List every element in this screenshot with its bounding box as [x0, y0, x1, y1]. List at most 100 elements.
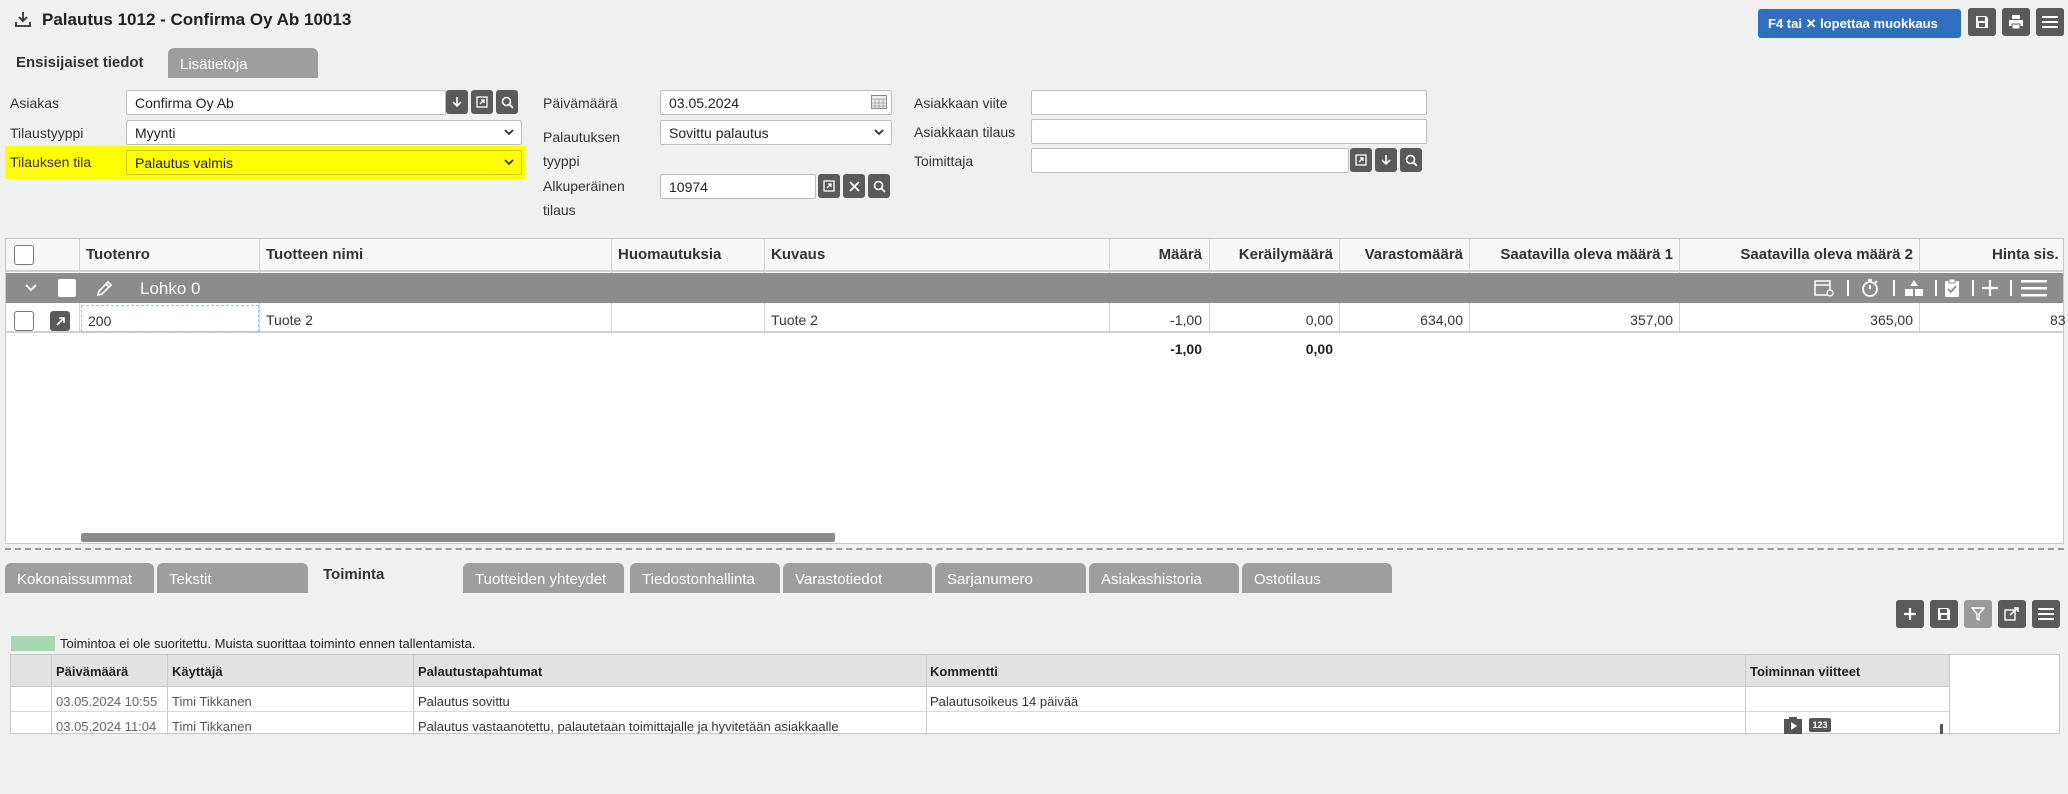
palautuksen-tyyppi-select[interactable]: Sovittu palautus [660, 120, 892, 145]
add-activity-button[interactable] [1896, 600, 1924, 628]
col-varastomaara[interactable]: Varastomäärä [1340, 246, 1463, 263]
legend-swatch [11, 636, 55, 651]
tab-varastotiedot[interactable]: Varastotiedot [783, 563, 932, 593]
tab-ensisijaiset-tiedot[interactable]: Ensisijaiset tiedot [4, 46, 164, 79]
toimittaja-search-button[interactable] [1400, 148, 1422, 172]
col-tuotenro[interactable]: Tuotenro [86, 246, 150, 263]
activity-row-2[interactable] [11, 713, 1949, 734]
col-kommentti[interactable]: Kommentti [930, 664, 998, 679]
boxes-icon[interactable] [1903, 279, 1925, 300]
col-tuotteen-nimi[interactable]: Tuotteen nimi [266, 246, 363, 263]
alkuperainen-open-button[interactable] [818, 174, 840, 198]
tilaustyyppi-label: Tilaustyyppi [10, 125, 84, 141]
save-icon [1938, 608, 1950, 620]
toimittaja-down-button[interactable] [1375, 148, 1397, 172]
tab-sarjanumero[interactable]: Sarjanumero [935, 563, 1086, 593]
total-maara: -1,00 [1170, 341, 1202, 357]
col-paivamaara[interactable]: Päivämäärä [56, 664, 128, 679]
tab-ostotilaus[interactable]: Ostotilaus [1242, 563, 1392, 593]
print-button[interactable] [2002, 8, 2030, 36]
tilaustyyppi-select[interactable]: Myynti [126, 120, 522, 145]
group-label: Lohko 0 [140, 279, 201, 298]
open-link-icon [1355, 154, 1367, 166]
cell-saatavilla-2: 365,00 [1870, 312, 1913, 328]
stop-editing-button[interactable]: F4 tai ✕ lopettaa muokkaus [1758, 9, 1961, 38]
select-all-checkbox[interactable] [14, 245, 34, 265]
palautuksen-tyyppi-label: Palautuksen tyyppi [543, 129, 621, 169]
arrow-up-right-icon [55, 316, 65, 326]
tab-lisatietoja[interactable]: Lisätietoja [168, 48, 318, 78]
tab-tiedostonhallinta[interactable]: Tiedostonhallinta [630, 563, 780, 593]
tab-tekstit[interactable]: Tekstit [157, 563, 308, 593]
alkuperainen-tilaus-field[interactable]: 10974 [660, 174, 816, 199]
tab-kokonaissummat[interactable]: Kokonaissummat [5, 563, 154, 593]
col-saatavilla-2[interactable]: Saatavilla oleva määrä 2 [1680, 246, 1913, 263]
col-hinta[interactable]: Hinta sis. A [1992, 246, 2062, 263]
row2-date: 03.05.2024 11:04 [56, 719, 157, 734]
legend-text: Toimintoa ei ole suoritettu. Muista suor… [60, 636, 476, 651]
asiakkaan-viite-field[interactable] [1031, 90, 1427, 115]
paivamaara-field[interactable]: 03.05.2024 [660, 90, 892, 115]
scroll-handle[interactable] [1940, 724, 1943, 734]
cell-kerailymaara: 0,00 [1305, 312, 1333, 328]
cell-hinta: 83 [2050, 312, 2066, 328]
clipboard-check-icon[interactable] [1943, 278, 1961, 301]
plus-icon [1904, 608, 1916, 620]
play-icon[interactable] [1783, 717, 1803, 737]
col-kayttaja[interactable]: Käyttäjä [172, 664, 223, 679]
col-saatavilla-1[interactable]: Saatavilla oleva määrä 1 [1470, 246, 1673, 263]
filter-button[interactable] [1964, 600, 1992, 628]
group-bar [6, 273, 2063, 303]
asiakas-field[interactable]: Confirma Oy Ab [126, 90, 446, 115]
search-icon [501, 96, 514, 109]
alkuperainen-search-button[interactable] [868, 174, 890, 198]
asiakkaan-viite-label: Asiakkaan viite [914, 95, 1008, 111]
alkuperainen-tilaus-label: Alkuperäinen tilaus [543, 178, 625, 218]
col-kuvaus[interactable]: Kuvaus [771, 246, 825, 263]
asiakas-open-button[interactable] [471, 90, 493, 114]
toimittaja-field[interactable] [1031, 148, 1349, 173]
export-icon [2004, 607, 2019, 621]
add-icon[interactable] [1980, 278, 2000, 301]
group-menu-icon[interactable] [2021, 279, 2047, 300]
col-kerailymaara[interactable]: Keräilymäärä [1210, 246, 1333, 263]
number-badge-icon[interactable]: 123 [1809, 718, 1831, 732]
collapse-chevron-icon[interactable] [24, 281, 38, 297]
chevron-down-icon [874, 129, 884, 136]
col-huomautuksia[interactable]: Huomautuksia [618, 246, 721, 263]
cell-varastomaara: 634,00 [1420, 312, 1463, 328]
cell-tuotteen-nimi: Tuote 2 [266, 312, 313, 328]
search-icon [873, 180, 886, 193]
stopwatch-icon[interactable] [1860, 278, 1880, 301]
cell-kuvaus: Tuote 2 [771, 312, 818, 328]
activity-menu-button[interactable] [2032, 600, 2060, 628]
pencil-icon[interactable] [95, 278, 115, 301]
calendar-edit-icon[interactable] [1814, 279, 1834, 300]
open-link-icon [823, 180, 835, 192]
arrow-down-icon [452, 97, 462, 108]
asiakkaan-tilaus-field[interactable] [1031, 119, 1427, 144]
col-maara[interactable]: Määrä [1110, 246, 1202, 263]
cell-tuotenro[interactable]: 200 [88, 313, 111, 329]
save-button[interactable] [1968, 8, 1996, 36]
save-activity-button[interactable] [1930, 600, 1958, 628]
toimittaja-open-button[interactable] [1350, 148, 1372, 172]
horizontal-scrollbar[interactable] [81, 533, 835, 542]
tilauksen-tila-select[interactable]: Palautus valmis [126, 150, 522, 175]
tab-toiminta[interactable]: Toiminta [311, 558, 461, 593]
alkuperainen-clear-button[interactable] [843, 174, 865, 198]
col-palautustapahtumat[interactable]: Palautustapahtumat [418, 664, 542, 679]
row-checkbox[interactable] [14, 311, 34, 331]
export-button[interactable] [1998, 600, 2026, 628]
group-checkbox[interactable] [58, 279, 76, 297]
tab-tuotteiden-yhteydet[interactable]: Tuotteiden yhteydet [463, 563, 624, 593]
asiakas-label: Asiakas [10, 95, 60, 111]
tab-asiakashistoria[interactable]: Asiakashistoria [1089, 563, 1239, 593]
asiakas-search-button[interactable] [496, 90, 518, 114]
asiakas-down-button[interactable] [446, 90, 468, 114]
panel-splitter[interactable] [5, 548, 2064, 550]
row1-user: Timi Tikkanen [172, 694, 252, 709]
row-open-button[interactable] [50, 311, 70, 331]
menu-button[interactable] [2036, 8, 2064, 36]
col-toiminnan-viitteet[interactable]: Toiminnan viitteet [1750, 664, 1860, 679]
